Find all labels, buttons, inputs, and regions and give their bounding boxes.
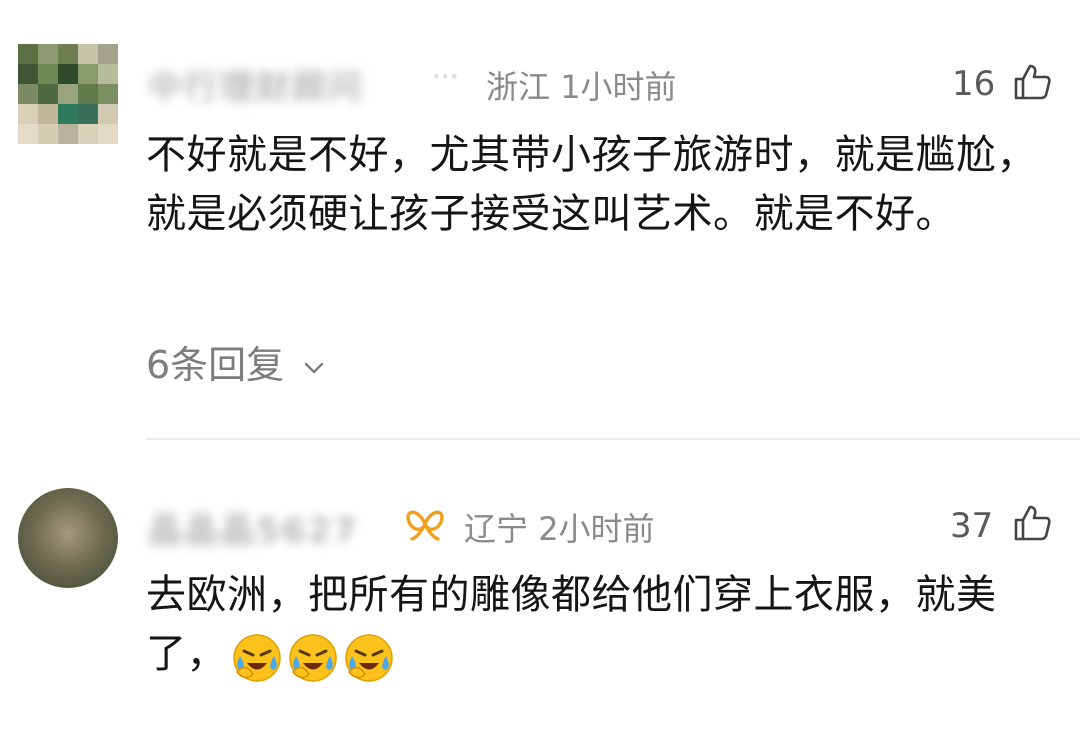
username[interactable]: 晶晶晶5627 xyxy=(148,503,398,551)
vip-badge-icon xyxy=(406,510,444,541)
username[interactable]: 中行理财顾问 xyxy=(148,60,478,108)
avatar[interactable] xyxy=(18,488,118,588)
location-label: 辽宁 xyxy=(464,510,529,548)
comment-text: 去欧洲，把所有的雕像都给他们穿上衣服，就美了， xyxy=(146,566,1066,686)
avatar[interactable] xyxy=(18,44,118,144)
like-count: 16 xyxy=(952,64,996,104)
time-label: 2小时前 xyxy=(538,510,655,548)
thumb-up-icon[interactable] xyxy=(1012,503,1052,543)
comment-text: 不好就是不好，尤其带小孩子旅游时，就是尴尬，就是必须硬让孩子接受这叫艺术。就是不… xyxy=(146,132,1037,237)
location-label: 浙江 xyxy=(486,68,551,106)
face-with-tears-emoji xyxy=(345,633,393,682)
comment-meta: 浙江 1小时前 xyxy=(486,62,677,108)
face-with-tears-emoji xyxy=(233,633,281,682)
emoji-group xyxy=(231,627,399,686)
chevron-down-icon xyxy=(305,362,324,373)
replies-label: 6条回复 xyxy=(146,343,285,387)
view-replies-button[interactable]: 6条回复 xyxy=(146,334,326,389)
comment-divider xyxy=(146,438,1080,440)
comment-meta: 辽宁 2小时前 xyxy=(464,504,655,550)
username-ellipsis: ··· xyxy=(432,60,459,93)
face-with-tears-emoji xyxy=(289,633,337,682)
time-label: 1小时前 xyxy=(560,68,677,106)
like-count: 37 xyxy=(950,506,994,546)
thumb-up-icon[interactable] xyxy=(1012,62,1052,102)
